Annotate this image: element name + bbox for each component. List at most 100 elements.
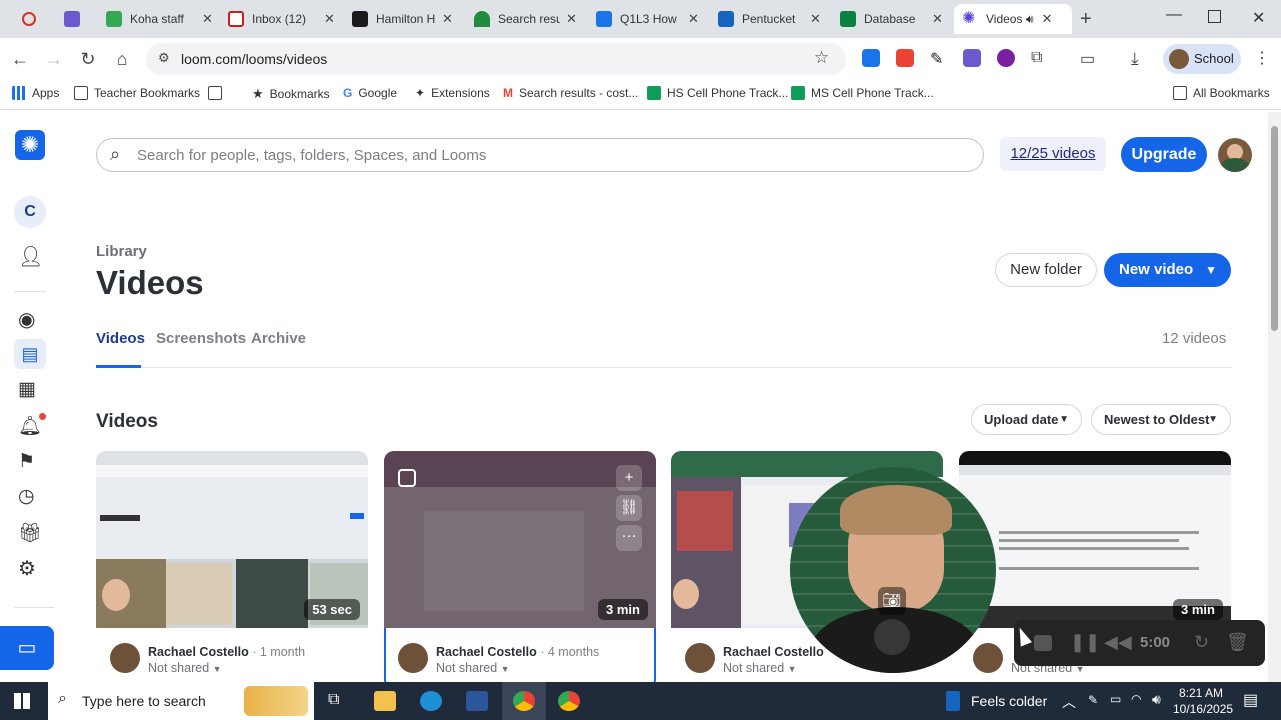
maximize-icon[interactable]: [1208, 10, 1221, 23]
trash-icon[interactable]: 🗑︎: [1226, 632, 1249, 653]
window-close-icon[interactable]: ✕: [1252, 8, 1265, 28]
extensions-puzzle-icon[interactable]: ⧉: [1031, 49, 1049, 67]
bookmark-extensions[interactable]: ✦ Extensions: [415, 86, 490, 100]
page-scrollbar[interactable]: [1268, 112, 1281, 682]
close-icon[interactable]: ✕: [810, 11, 821, 27]
bookmark-apps[interactable]: Apps: [12, 86, 59, 100]
close-icon[interactable]: ✕: [566, 11, 577, 27]
weather-text[interactable]: Feels colder: [971, 693, 1047, 709]
tab-app[interactable]: [56, 4, 96, 34]
close-icon[interactable]: ✕: [932, 11, 943, 27]
address-bar[interactable]: ⚙ loom.com/looms/videos ☆: [146, 43, 846, 75]
restart-icon[interactable]: ◀◀: [1104, 632, 1132, 653]
tab-inbox[interactable]: Inbox (12) ✕: [220, 4, 343, 34]
video-thumbnail[interactable]: 53 sec: [96, 451, 368, 628]
profile-icon[interactable]: ◉: [18, 307, 42, 331]
tab-videos[interactable]: Videos: [96, 330, 145, 347]
sort-by-dropdown[interactable]: Upload date ▼: [971, 404, 1082, 435]
upgrade-button[interactable]: Upgrade: [1121, 137, 1207, 172]
settings-gear-icon[interactable]: ⚙: [18, 556, 42, 580]
close-icon[interactable]: ✕: [324, 11, 335, 27]
notification-center-icon[interactable]: ▤: [1243, 690, 1258, 710]
breadcrumb[interactable]: Library: [96, 243, 147, 260]
bookmark-star-icon[interactable]: ☆: [814, 48, 829, 68]
drag-handle[interactable]: [874, 619, 910, 655]
edge-icon[interactable]: [420, 691, 442, 711]
chrome-taskbar-active[interactable]: [502, 682, 546, 720]
copy-link-icon[interactable]: ⛓: [616, 495, 642, 521]
volume-icon[interactable]: 🔊︎: [1152, 691, 1161, 708]
pen-icon[interactable]: ✎: [930, 49, 948, 68]
extension-icon[interactable]: [862, 49, 880, 67]
clock-date[interactable]: 10/16/2025: [1173, 702, 1233, 716]
tab-database[interactable]: Database ✕: [832, 4, 951, 34]
bookmark-teacher[interactable]: Teacher Bookmarks: [74, 86, 200, 100]
video-card-hovered[interactable]: + ⛓ ··· 3 min Rachael Costello · 4 month…: [384, 451, 656, 682]
all-bookmarks[interactable]: All Bookmarks: [1173, 86, 1270, 100]
back-icon[interactable]: ←: [8, 47, 32, 71]
sharing-status[interactable]: Not shared ▼: [436, 661, 510, 675]
camera-icon[interactable]: 📷︎: [878, 587, 906, 615]
file-explorer-icon[interactable]: [374, 691, 396, 711]
loom-logo-icon[interactable]: ✺: [15, 130, 45, 160]
library-icon[interactable]: ▤: [14, 339, 46, 369]
task-view-icon[interactable]: ⧉: [328, 691, 350, 711]
video-card[interactable]: 53 sec Rachael Costello · 1 month Not sh…: [96, 451, 368, 682]
extension-icon[interactable]: [896, 49, 914, 67]
sharing-status[interactable]: Not shared ▼: [723, 661, 797, 675]
sort-order-dropdown[interactable]: Newest to Oldest ▼: [1091, 404, 1231, 435]
forward-icon[interactable]: →: [42, 47, 66, 71]
stop-icon[interactable]: [1034, 635, 1052, 651]
pen-tray-icon[interactable]: ✎: [1088, 693, 1098, 707]
video-limit-link[interactable]: 12/25 videos: [1000, 137, 1106, 171]
home-icon[interactable]: ⌂: [110, 47, 134, 71]
extension-icon[interactable]: [963, 49, 981, 67]
tab-koha[interactable]: Koha staff ✕: [98, 4, 221, 34]
minimize-icon[interactable]: —: [1166, 6, 1182, 24]
refresh-icon[interactable]: ↻: [1194, 632, 1209, 653]
tray-chevron-icon[interactable]: ︿: [1062, 692, 1076, 712]
select-checkbox[interactable]: [398, 469, 416, 487]
profile-chip[interactable]: School: [1163, 44, 1241, 74]
close-icon[interactable]: ✕: [1042, 11, 1053, 27]
tab-videos[interactable]: ✺ Videos 🔊︎ ✕: [954, 4, 1072, 34]
bookmark-google[interactable]: G Google: [343, 86, 397, 100]
history-icon[interactable]: ◷: [18, 485, 42, 509]
close-icon[interactable]: ✕: [442, 11, 453, 27]
reload-icon[interactable]: ↻: [76, 47, 100, 71]
more-options-icon[interactable]: ···: [616, 525, 642, 551]
wifi-icon[interactable]: ◠: [1131, 692, 1141, 706]
new-folder-button[interactable]: New folder: [995, 253, 1097, 287]
tab-recording[interactable]: [14, 4, 52, 34]
bookmark-ms-phone[interactable]: MS Cell Phone Track...: [791, 86, 934, 100]
network-icon[interactable]: ▭: [1110, 692, 1121, 706]
video-thumbnail[interactable]: 3 min: [959, 451, 1231, 628]
sharing-status[interactable]: Not shared ▼: [148, 661, 222, 675]
scrollbar-thumb[interactable]: [1271, 126, 1278, 331]
add-user-icon[interactable]: +: [616, 465, 642, 491]
loom-extension-icon[interactable]: [997, 49, 1015, 67]
bookmark-bookmarks[interactable]: ★ Bookmarks: [252, 86, 330, 102]
tab-search-icon[interactable]: ▭: [1080, 49, 1098, 68]
pause-icon[interactable]: ❚❚: [1070, 632, 1100, 653]
clock-time[interactable]: 8:21 AM: [1179, 686, 1223, 700]
bookmark-grid[interactable]: [208, 86, 228, 100]
bookmark-hs-phone[interactable]: HS Cell Phone Track...: [647, 86, 788, 100]
chrome-icon[interactable]: [558, 691, 580, 711]
new-video-button[interactable]: New video ▼: [1104, 253, 1231, 287]
new-tab-icon[interactable]: +: [1080, 8, 1092, 31]
tab-screenshots[interactable]: Screenshots: [156, 330, 246, 347]
bookmark-icon[interactable]: ⚑: [18, 450, 42, 474]
search-input[interactable]: ⌕ Search for people, tags, folders, Spac…: [96, 138, 984, 172]
tab-archive[interactable]: Archive: [251, 330, 306, 347]
workspace-avatar[interactable]: C: [14, 196, 46, 228]
windows-start-icon[interactable]: [14, 693, 30, 709]
gift-icon[interactable]: 🎁︎: [18, 521, 42, 545]
tab-search-results[interactable]: Search resu ✕: [466, 4, 585, 34]
tab-q1l3[interactable]: Q1L3 How ✕: [588, 4, 707, 34]
bookmark-search-results[interactable]: M Search results - cost...: [503, 86, 638, 100]
invite-user-icon[interactable]: 👤︎: [18, 244, 43, 268]
close-icon[interactable]: ✕: [688, 11, 699, 27]
user-avatar[interactable]: [1218, 138, 1252, 172]
taskbar-search[interactable]: ⌕ Type here to search: [48, 682, 314, 720]
